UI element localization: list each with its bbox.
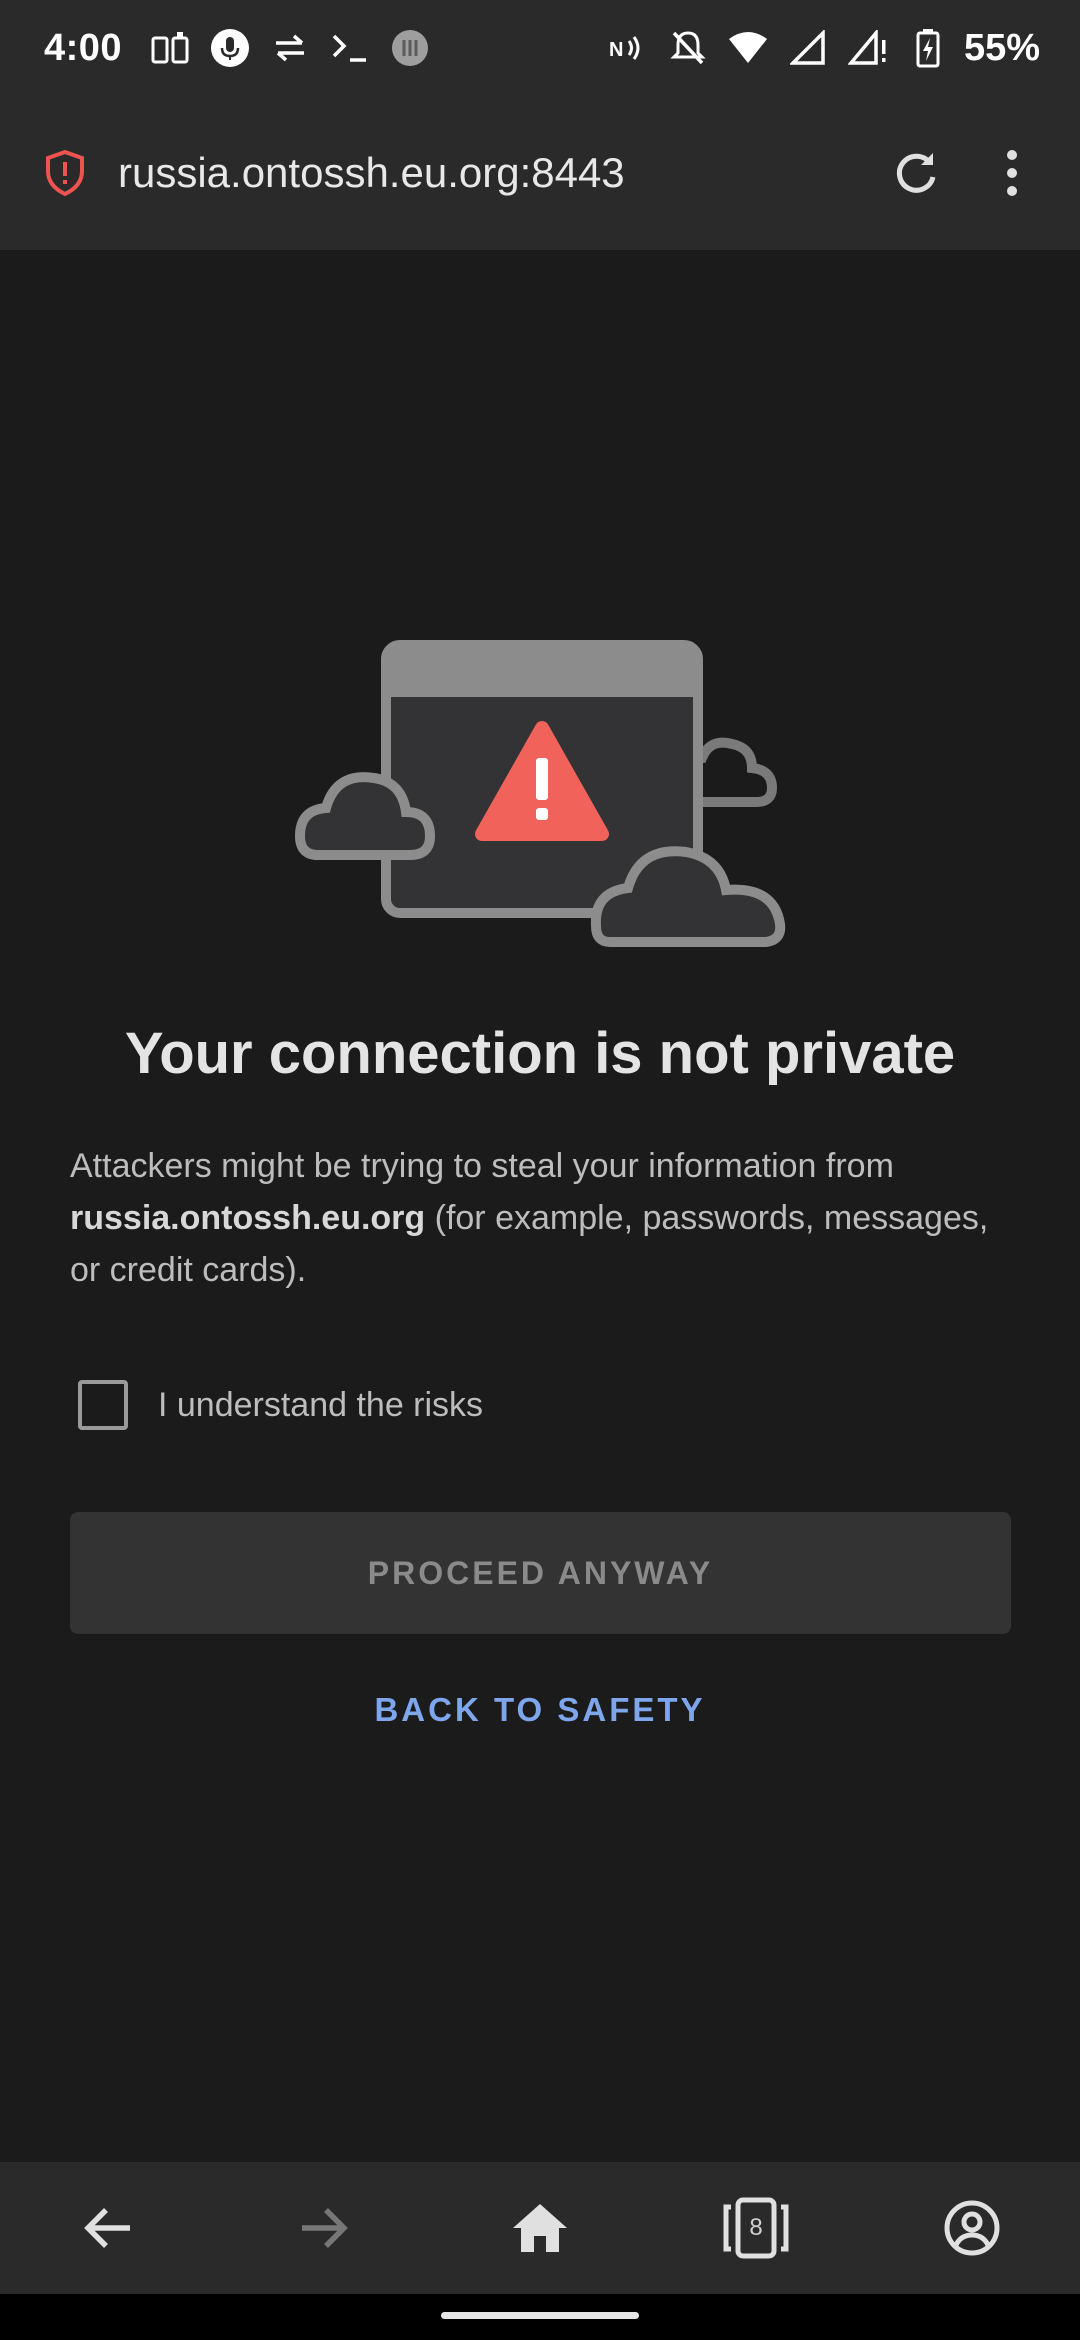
home-icon bbox=[513, 2204, 567, 2252]
system-navigation-area bbox=[0, 2294, 1080, 2340]
interstitial-page: Your connection is not private Attackers… bbox=[0, 250, 1080, 2162]
gesture-handle[interactable] bbox=[441, 2312, 639, 2319]
account-button[interactable] bbox=[924, 2180, 1020, 2276]
tab-count: 8 bbox=[749, 2214, 763, 2241]
microphone-icon bbox=[208, 26, 252, 70]
bottom-toolbar: 8 bbox=[0, 2162, 1080, 2294]
back-button[interactable] bbox=[60, 2180, 156, 2276]
reload-button[interactable] bbox=[876, 133, 956, 213]
more-vert-icon bbox=[1007, 150, 1017, 196]
proceed-anyway-button[interactable]: PROCEED ANYWAY bbox=[70, 1512, 1011, 1634]
mute-icon bbox=[666, 26, 710, 70]
address-bar: russia.ontossh.eu.org:8443 bbox=[0, 96, 1080, 250]
description-host: russia.ontossh.eu.org bbox=[70, 1199, 426, 1237]
svg-text:N: N bbox=[609, 39, 623, 61]
warning-description: Attackers might be trying to steal your … bbox=[70, 1140, 1020, 1296]
signal-icon bbox=[786, 26, 830, 70]
battery-percentage: 55% bbox=[963, 26, 1040, 69]
app-icon bbox=[388, 26, 432, 70]
understand-risks-row[interactable]: I understand the risks bbox=[78, 1380, 483, 1430]
url-field[interactable]: russia.ontossh.eu.org:8443 bbox=[118, 149, 860, 197]
understand-risks-label[interactable]: I understand the risks bbox=[158, 1386, 483, 1425]
menu-button[interactable] bbox=[972, 133, 1052, 213]
tab-switcher-button[interactable]: 8 bbox=[708, 2180, 804, 2276]
signal-no-data-icon bbox=[846, 26, 890, 70]
home-button[interactable] bbox=[492, 2180, 588, 2276]
wifi-icon bbox=[726, 26, 770, 70]
battery-charging-icon bbox=[906, 26, 950, 70]
forward-button[interactable] bbox=[276, 2180, 372, 2276]
back-to-safety-button[interactable]: BACK TO SAFETY bbox=[0, 1650, 1080, 1770]
page-title: Your connection is not private bbox=[124, 1021, 956, 1086]
nfc-icon: N bbox=[606, 26, 650, 70]
terminal-icon bbox=[328, 26, 372, 70]
understand-risks-checkbox[interactable] bbox=[78, 1380, 128, 1430]
arrow-back-icon bbox=[84, 2208, 130, 2248]
description-prefix: Attackers might be trying to steal your … bbox=[70, 1147, 894, 1185]
status-time: 4:00 bbox=[44, 26, 123, 69]
data-transfer-icon bbox=[268, 26, 312, 70]
arrow-forward-icon bbox=[302, 2208, 348, 2248]
account-icon bbox=[944, 2200, 1000, 2256]
status-bar: 4:00 N 55% bbox=[0, 0, 1080, 96]
shield-warning-icon[interactable] bbox=[40, 148, 90, 198]
connection-warning-illustration bbox=[294, 640, 786, 947]
sim-cards-icon bbox=[148, 26, 192, 70]
reload-icon bbox=[896, 153, 936, 193]
